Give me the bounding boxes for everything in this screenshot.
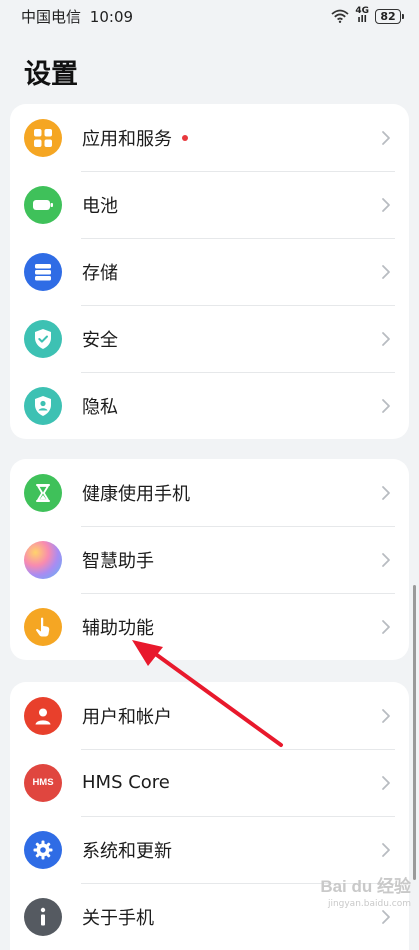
watermark-logo: Bai du 经验 jingyan.baidu.com xyxy=(299,872,411,922)
battery-level: 82 xyxy=(380,9,396,23)
hand-pointer-icon xyxy=(24,607,62,646)
status-bar: 中国电信 10:09 4G ıll 82 xyxy=(0,0,419,32)
settings-item-label: 关于手机 xyxy=(82,907,154,929)
gear-icon xyxy=(24,830,62,869)
settings-item-battery[interactable]: 电池 xyxy=(10,171,409,238)
settings-item-smart-assistant[interactable]: 智慧助手 xyxy=(10,526,409,593)
signal-icon: 4G ıll xyxy=(355,7,369,25)
settings-item-label: HMS Core xyxy=(82,772,170,793)
watermark-url: jingyan.baidu.com xyxy=(327,899,411,909)
settings-item-digital-balance[interactable]: 健康使用手机 xyxy=(10,459,409,526)
status-left: 中国电信 10:09 xyxy=(21,6,133,27)
chevron-right-icon xyxy=(382,775,390,790)
settings-item-label: 隐私 xyxy=(82,396,118,418)
chevron-right-icon xyxy=(382,708,390,723)
user-icon xyxy=(24,696,62,735)
settings-item-label: 系统和更新 xyxy=(82,840,172,862)
assistant-orb-icon xyxy=(24,540,62,579)
shield-check-icon xyxy=(24,319,62,358)
settings-item-label: 应用和服务 xyxy=(82,128,172,150)
settings-item-label: 安全 xyxy=(82,329,118,351)
hms-icon: HMS xyxy=(24,763,62,802)
chevron-right-icon xyxy=(382,331,390,346)
privacy-shield-icon xyxy=(24,386,62,425)
chevron-right-icon xyxy=(382,485,390,500)
clock: 10:09 xyxy=(89,7,134,26)
notification-dot xyxy=(182,134,188,141)
settings-item-accessibility[interactable]: 辅助功能 xyxy=(10,593,409,660)
watermark-text: Bai du 经验 xyxy=(320,877,411,896)
settings-item-label: 电池 xyxy=(82,195,118,217)
settings-item-apps-services[interactable]: 应用和服务 xyxy=(10,104,409,171)
battery-icon: 82 xyxy=(375,8,404,24)
chevron-right-icon xyxy=(382,130,390,145)
chevron-right-icon xyxy=(382,398,390,413)
storage-icon xyxy=(24,252,62,291)
hourglass-icon xyxy=(24,473,62,512)
settings-item-label: 智慧助手 xyxy=(82,550,154,572)
settings-item-users-accounts[interactable]: 用户和帐户 xyxy=(10,682,409,749)
page-title: 设置 xyxy=(24,59,78,90)
settings-item-storage[interactable]: 存储 xyxy=(10,238,409,305)
wifi-icon xyxy=(331,9,349,23)
battery-icon xyxy=(24,185,62,224)
status-right: 4G ıll 82 xyxy=(331,7,404,25)
chevron-right-icon xyxy=(382,197,390,212)
chevron-right-icon xyxy=(382,842,390,857)
settings-group-1: 应用和服务 电池 存储 安全 隐私 xyxy=(10,104,409,439)
settings-item-privacy[interactable]: 隐私 xyxy=(10,372,409,439)
settings-group-2: 健康使用手机 智慧助手 辅助功能 xyxy=(10,459,409,660)
carrier-label: 中国电信 xyxy=(21,7,82,26)
chevron-right-icon xyxy=(382,264,390,279)
apps-grid-icon xyxy=(24,118,62,157)
settings-item-hms-core[interactable]: HMS HMS Core xyxy=(10,749,409,816)
settings-item-label: 用户和帐户 xyxy=(82,706,172,728)
hms-icon-text: HMS xyxy=(32,777,54,788)
settings-item-label: 健康使用手机 xyxy=(82,483,190,505)
settings-item-security[interactable]: 安全 xyxy=(10,305,409,372)
scrollbar[interactable] xyxy=(413,585,416,880)
info-icon xyxy=(24,897,62,936)
settings-item-label: 存储 xyxy=(82,262,118,284)
chevron-right-icon xyxy=(382,619,390,634)
settings-item-label: 辅助功能 xyxy=(82,617,154,639)
chevron-right-icon xyxy=(382,552,390,567)
signal-bars: ıll xyxy=(357,15,367,25)
